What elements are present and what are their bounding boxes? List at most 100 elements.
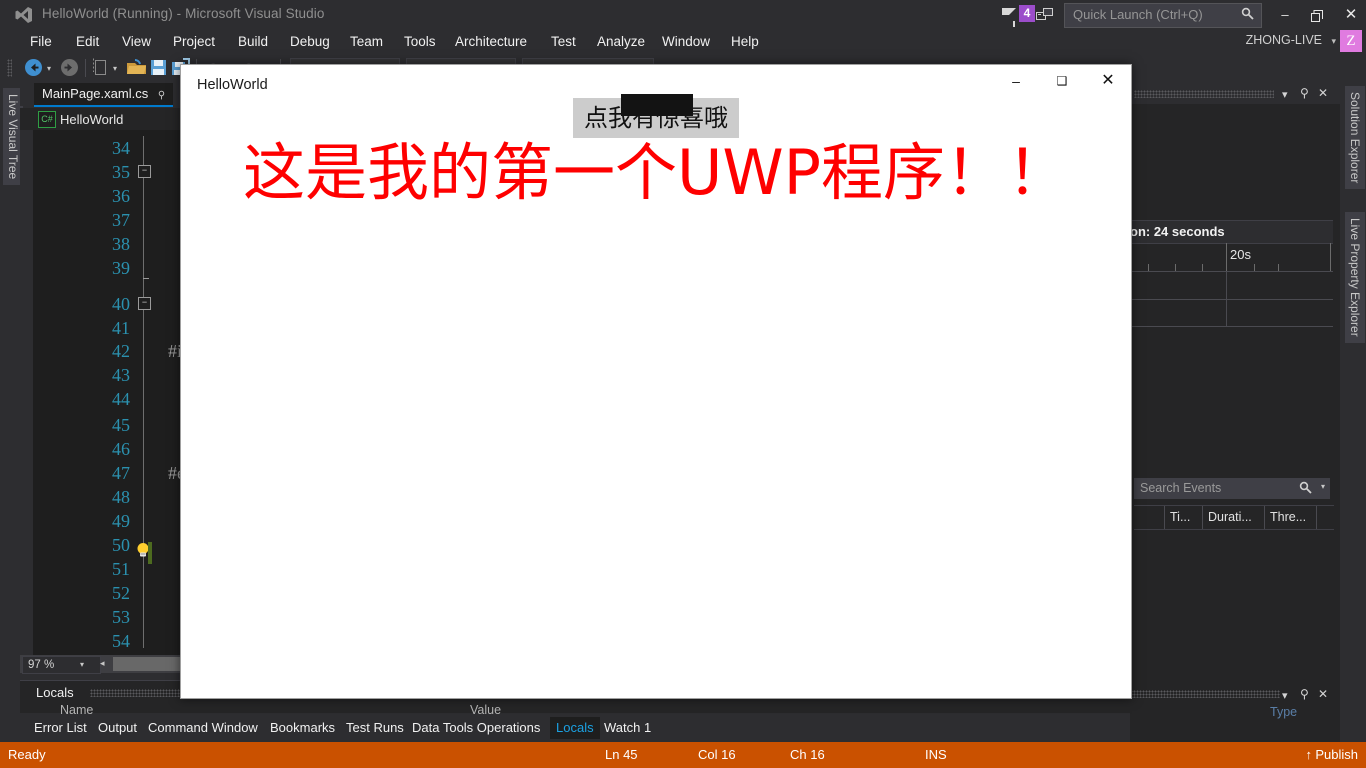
line-number: 51 <box>112 559 130 579</box>
new-file-icon[interactable] <box>92 58 110 78</box>
horizontal-scroll-thumb[interactable] <box>113 657 181 671</box>
tab-error-list[interactable]: Error List <box>28 717 93 739</box>
status-bar: Ready Ln 45 Col 16 Ch 16 INS ↑ Publish <box>0 742 1366 768</box>
menu-build[interactable]: Build <box>230 30 276 54</box>
line-number: 49 <box>112 511 130 531</box>
close-icon[interactable]: ✕ <box>1318 687 1328 701</box>
chevron-down-icon[interactable]: ▾ <box>1282 689 1288 702</box>
editor-tab-label: MainPage.xaml.cs <box>42 86 149 101</box>
line-number: 47 <box>112 463 130 483</box>
line-number: 42 <box>112 341 130 361</box>
menu-help[interactable]: Help <box>723 30 767 54</box>
menu-file[interactable]: File <box>22 30 60 54</box>
line-number: 43 <box>112 365 130 385</box>
editor-tab-mainpage-xaml-cs[interactable]: MainPage.xaml.cs ⚲ <box>34 83 174 107</box>
menu-edit[interactable]: Edit <box>68 30 107 54</box>
text-cursor <box>148 542 152 564</box>
menu-view[interactable]: View <box>114 30 159 54</box>
helloworld-app-window[interactable]: HelloWorld – ❑ ✕ 点我有惊喜哦 这是我的第一个UWP程序！！ <box>180 64 1132 699</box>
quick-launch-placeholder: Quick Launch (Ctrl+Q) <box>1073 7 1203 22</box>
search-icon[interactable] <box>1241 7 1254 23</box>
editor-zoom-level[interactable]: 97 % <box>22 656 101 674</box>
navigate-back-icon[interactable] <box>24 58 43 78</box>
events-table-header: Ti... Durati... Thre... <box>1134 505 1334 530</box>
pin-icon[interactable]: ⚲ <box>1300 687 1309 701</box>
open-folder-icon[interactable] <box>126 58 148 78</box>
menu-window[interactable]: Window <box>654 30 718 54</box>
breadcrumb-label[interactable]: HelloWorld <box>60 112 123 127</box>
send-feedback-icon[interactable] <box>1036 8 1054 23</box>
menu-test[interactable]: Test <box>543 30 584 54</box>
search-events-input[interactable]: Search Events ▾ <box>1134 478 1330 499</box>
editor-indicator-margin <box>20 130 33 655</box>
tab-data-tools-operations[interactable]: Data Tools Operations <box>406 717 546 739</box>
line-number: 54 <box>112 631 130 651</box>
menu-team[interactable]: Team <box>342 30 391 54</box>
diagnostics-header: ▾ ⚲ ✕ <box>1130 82 1340 104</box>
tab-test-runs[interactable]: Test Runs <box>340 717 410 739</box>
search-events-placeholder: Search Events <box>1140 481 1222 495</box>
menu-project[interactable]: Project <box>165 30 223 54</box>
line-number-gutter: 34 35 36 37 38 39 40 41 42 43 44 45 46 4… <box>50 130 140 655</box>
panel-grip[interactable] <box>1134 90 1274 98</box>
chevron-down-icon[interactable]: ▾ <box>80 660 84 669</box>
left-dock-strip: Live Visual Tree <box>0 82 23 742</box>
window-maximize-button[interactable] <box>1302 0 1332 30</box>
upload-arrow-icon: ↑ <box>1305 747 1313 762</box>
close-icon[interactable]: ✕ <box>1318 86 1328 100</box>
app-heading-text: 这是我的第一个UWP程序！！ <box>242 136 1070 209</box>
diagnostics-duration-label: on: 24 seconds <box>1130 224 1225 239</box>
code-folding-line <box>143 136 144 648</box>
locals-panel-right: ▾ ⚲ ✕ Type <box>1130 680 1340 719</box>
sidebar-tab-live-property-explorer[interactable]: Live Property Explorer <box>1345 212 1365 343</box>
navigate-back-dropdown-icon[interactable]: ▾ <box>47 64 51 84</box>
tab-locals[interactable]: Locals <box>550 717 600 739</box>
tab-output[interactable]: Output <box>92 717 143 739</box>
search-filter-caret-icon[interactable]: ▾ <box>1321 482 1325 491</box>
events-column-time[interactable]: Ti... <box>1170 510 1190 524</box>
visual-studio-logo-icon <box>14 5 34 25</box>
tab-watch-1[interactable]: Watch 1 <box>598 717 657 739</box>
line-number: 53 <box>112 607 130 627</box>
pin-icon[interactable]: ⚲ <box>158 90 165 101</box>
events-column-duration[interactable]: Durati... <box>1208 510 1252 524</box>
visual-studio-window: HelloWorld (Running) - Microsoft Visual … <box>0 0 1366 768</box>
window-title: HelloWorld (Running) - Microsoft Visual … <box>42 6 325 21</box>
new-file-dropdown-icon[interactable]: ▾ <box>113 64 117 84</box>
right-dock-strip: Solution Explorer Live Property Explorer <box>1340 82 1366 742</box>
search-icon[interactable] <box>1299 481 1312 497</box>
redaction-bar <box>621 94 693 116</box>
code-fold-toggle[interactable]: − <box>138 297 151 310</box>
line-number: 44 <box>112 389 130 409</box>
events-track-row <box>1130 299 1333 327</box>
toolbar-grip[interactable] <box>7 59 12 77</box>
chevron-down-icon[interactable]: ▾ <box>1282 88 1288 101</box>
publish-button[interactable]: Publish <box>1315 747 1358 762</box>
scroll-left-arrow-icon[interactable]: ◂ <box>100 658 105 669</box>
menu-architecture[interactable]: Architecture <box>447 30 535 54</box>
app-maximize-button[interactable]: ❑ <box>1039 65 1085 97</box>
navigate-forward-icon[interactable] <box>60 58 79 78</box>
diagnostics-duration-bar: on: 24 seconds <box>1130 220 1333 244</box>
window-minimize-button[interactable]: – <box>1270 0 1300 30</box>
code-fold-toggle[interactable]: − <box>138 165 151 178</box>
line-number: 37 <box>112 210 130 230</box>
menu-analyze[interactable]: Analyze <box>589 30 653 54</box>
pin-icon[interactable]: ⚲ <box>1300 86 1309 100</box>
timeline-ruler: 20s <box>1130 243 1333 272</box>
save-icon[interactable] <box>150 58 168 78</box>
line-number: 45 <box>112 415 130 435</box>
panel-grip[interactable] <box>1130 690 1280 698</box>
tab-command-window[interactable]: Command Window <box>142 717 264 739</box>
menu-debug[interactable]: Debug <box>282 30 338 54</box>
menu-tools[interactable]: Tools <box>396 30 444 54</box>
status-line: Ln 45 <box>605 747 638 762</box>
window-close-button[interactable]: ✕ <box>1336 0 1366 30</box>
tab-bookmarks[interactable]: Bookmarks <box>264 717 341 739</box>
quick-launch-input[interactable]: Quick Launch (Ctrl+Q) <box>1064 3 1262 28</box>
events-column-thread[interactable]: Thre... <box>1270 510 1306 524</box>
sidebar-tab-solution-explorer[interactable]: Solution Explorer <box>1345 86 1365 190</box>
app-minimize-button[interactable]: – <box>993 65 1039 97</box>
app-close-button[interactable]: ✕ <box>1085 65 1131 97</box>
diagnostic-tools-panel: ▾ ⚲ ✕ on: 24 seconds 20s y (MB)pshot Pri… <box>1130 82 1340 742</box>
